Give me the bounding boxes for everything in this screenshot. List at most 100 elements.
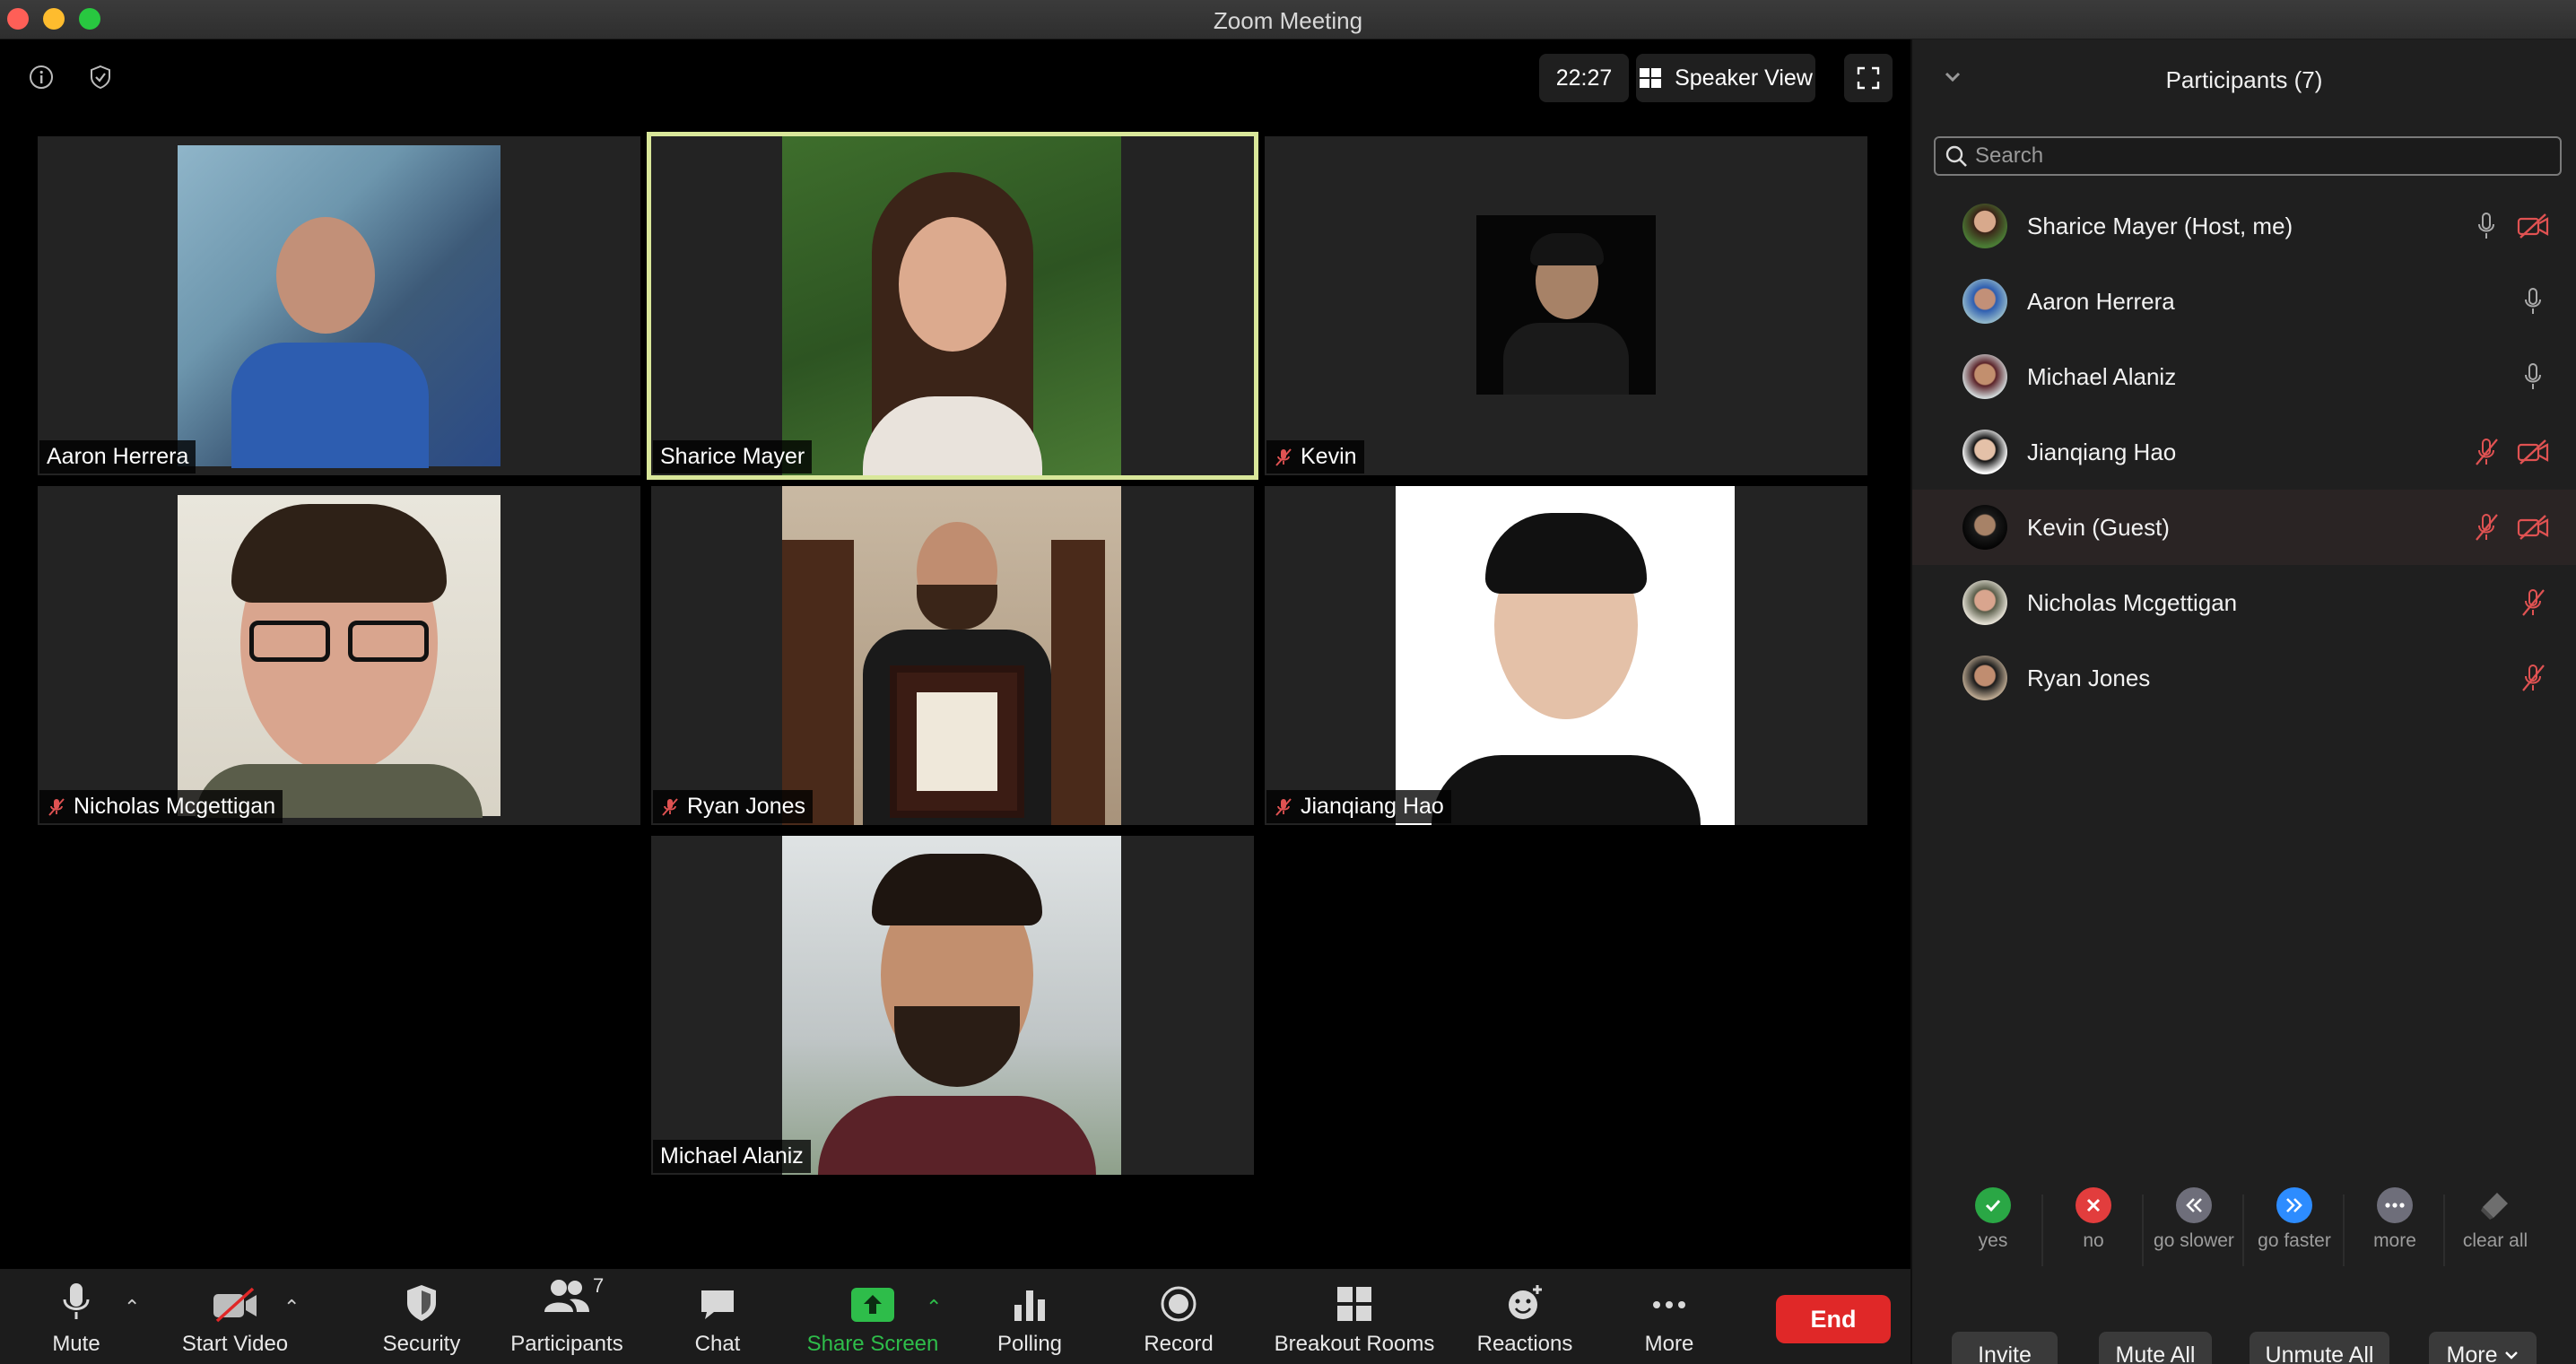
video-gallery: 22:27 Speaker View Aaron Herrera Sharice… bbox=[0, 39, 1910, 1269]
divider bbox=[2041, 1195, 2043, 1266]
tile-name-label: Aaron Herrera bbox=[39, 440, 196, 473]
muted-microphone-icon[interactable] bbox=[2515, 660, 2551, 696]
participant-name: Kevin (Guest) bbox=[2027, 513, 2170, 541]
checkmark-icon bbox=[1975, 1187, 2011, 1223]
meeting-info-icon[interactable] bbox=[22, 57, 61, 97]
participant-row-sharice-mayer[interactable]: Sharice Mayer (Host, me) bbox=[1912, 188, 2576, 264]
end-meeting-button[interactable]: End bbox=[1776, 1295, 1891, 1343]
chat-label: Chat bbox=[694, 1332, 741, 1356]
participants-panel-title: Participants (7) bbox=[2165, 66, 2323, 93]
divider bbox=[2142, 1195, 2144, 1266]
encryption-shield-icon[interactable] bbox=[81, 57, 120, 97]
mute-button[interactable]: Mute bbox=[36, 1269, 117, 1364]
feedback-more-button[interactable]: more bbox=[2350, 1187, 2440, 1252]
feedback-label: more bbox=[2373, 1230, 2416, 1251]
breakout-rooms-button[interactable]: Breakout Rooms bbox=[1266, 1269, 1442, 1364]
eraser-icon bbox=[2477, 1187, 2513, 1223]
x-icon bbox=[2076, 1187, 2111, 1223]
muted-mic-icon bbox=[48, 797, 65, 816]
fullscreen-button[interactable] bbox=[1844, 54, 1893, 102]
video-tile-ryan-jones[interactable]: Ryan Jones bbox=[651, 486, 1254, 825]
microphone-icon[interactable] bbox=[2468, 208, 2504, 244]
video-tile-sharice-mayer[interactable]: Sharice Mayer bbox=[647, 132, 1258, 480]
microphone-icon[interactable] bbox=[2515, 359, 2551, 395]
speaker-view-label: Speaker View bbox=[1675, 65, 1813, 91]
record-icon bbox=[1161, 1286, 1197, 1322]
participant-video bbox=[782, 136, 1121, 475]
reactions-button[interactable]: Reactions bbox=[1471, 1269, 1579, 1364]
muted-microphone-icon[interactable] bbox=[2468, 434, 2504, 470]
share-screen-icon bbox=[851, 1288, 894, 1322]
reaction-smiley-icon bbox=[1509, 1285, 1542, 1319]
start-video-button[interactable]: Start Video bbox=[172, 1269, 298, 1364]
participant-video bbox=[782, 836, 1121, 1175]
participant-row-ryan-jones[interactable]: Ryan Jones bbox=[1912, 640, 2576, 716]
more-button[interactable]: More bbox=[1627, 1269, 1711, 1364]
mute-label: Mute bbox=[52, 1332, 100, 1356]
microphone-icon[interactable] bbox=[2515, 283, 2551, 319]
speaker-view-button[interactable]: Speaker View bbox=[1636, 54, 1815, 102]
panel-more-button[interactable]: More bbox=[2429, 1332, 2537, 1364]
divider bbox=[2242, 1195, 2244, 1266]
participant-row-michael-alaniz[interactable]: Michael Alaniz bbox=[1912, 339, 2576, 414]
security-button[interactable]: Security bbox=[368, 1269, 475, 1364]
feedback-label: clear all bbox=[2462, 1230, 2528, 1251]
muted-mic-icon bbox=[1275, 447, 1292, 466]
participant-row-aaron-herrera[interactable]: Aaron Herrera bbox=[1912, 264, 2576, 339]
participants-icon bbox=[544, 1280, 589, 1312]
chat-button[interactable]: Chat bbox=[680, 1269, 755, 1364]
audio-options-chevron-up-icon[interactable]: ⌃ bbox=[124, 1296, 140, 1319]
video-tile-jianqiang-hao[interactable]: Jianqiang Hao bbox=[1265, 486, 1867, 825]
participants-label: Participants bbox=[510, 1332, 623, 1356]
polling-button[interactable]: Polling bbox=[987, 1269, 1073, 1364]
participant-row-nicholas-mcgettigan[interactable]: Nicholas Mcgettigan bbox=[1912, 565, 2576, 640]
start-video-label: Start Video bbox=[181, 1332, 289, 1356]
search-input[interactable] bbox=[1975, 143, 2531, 169]
mute-all-button[interactable]: Mute All bbox=[2099, 1332, 2212, 1364]
feedback-go-faster-button[interactable]: go faster bbox=[2250, 1187, 2339, 1252]
poll-chart-icon bbox=[1014, 1290, 1045, 1321]
participants-search-box[interactable] bbox=[1934, 136, 2562, 176]
microphone-icon bbox=[63, 1283, 90, 1319]
record-button[interactable]: Record bbox=[1134, 1269, 1223, 1364]
video-off-icon[interactable] bbox=[2515, 434, 2551, 470]
shield-icon bbox=[407, 1285, 436, 1321]
fullscreen-icon bbox=[1857, 66, 1880, 90]
muted-microphone-icon[interactable] bbox=[2515, 585, 2551, 621]
feedback-yes-button[interactable]: yes bbox=[1948, 1187, 2038, 1252]
video-off-icon[interactable] bbox=[2515, 208, 2551, 244]
avatar bbox=[1962, 580, 2007, 625]
chat-bubble-icon bbox=[701, 1290, 734, 1319]
more-dots-icon bbox=[2377, 1187, 2413, 1223]
participant-row-kevin[interactable]: Kevin (Guest) bbox=[1912, 490, 2576, 565]
participant-name: Ryan Jones bbox=[2027, 664, 2151, 691]
tile-name-label: Michael Alaniz bbox=[653, 1140, 811, 1173]
avatar bbox=[1962, 204, 2007, 248]
video-tile-michael-alaniz[interactable]: Michael Alaniz bbox=[651, 836, 1254, 1175]
video-options-chevron-up-icon[interactable]: ⌃ bbox=[283, 1296, 300, 1319]
avatar bbox=[1962, 656, 2007, 700]
participant-name: Sharice Mayer (Host, me) bbox=[2027, 212, 2293, 239]
share-options-chevron-up-icon[interactable]: ⌃ bbox=[926, 1296, 942, 1319]
unmute-all-button[interactable]: Unmute All bbox=[2250, 1332, 2389, 1364]
participants-button[interactable]: 7 Participants bbox=[504, 1269, 630, 1364]
reactions-label: Reactions bbox=[1476, 1332, 1573, 1356]
window-titlebar: Zoom Meeting bbox=[0, 0, 2576, 39]
video-tile-kevin[interactable]: Kevin bbox=[1265, 136, 1867, 475]
tile-name-label: Sharice Mayer bbox=[653, 440, 813, 473]
invite-button[interactable]: Invite bbox=[1952, 1332, 2058, 1364]
avatar bbox=[1962, 354, 2007, 399]
video-tile-aaron-herrera[interactable]: Aaron Herrera bbox=[38, 136, 640, 475]
feedback-go-slower-button[interactable]: go slower bbox=[2149, 1187, 2239, 1252]
video-tile-nicholas-mcgettigan[interactable]: Nicholas Mcgettigan bbox=[38, 486, 640, 825]
tile-name-label: Jianqiang Hao bbox=[1266, 790, 1451, 823]
fast-forward-icon bbox=[2276, 1187, 2312, 1223]
feedback-label: go slower bbox=[2154, 1230, 2234, 1251]
feedback-label: no bbox=[2083, 1230, 2104, 1251]
muted-microphone-icon[interactable] bbox=[2468, 509, 2504, 545]
video-off-icon[interactable] bbox=[2515, 509, 2551, 545]
feedback-no-button[interactable]: no bbox=[2049, 1187, 2138, 1252]
participant-row-jianqiang-hao[interactable]: Jianqiang Hao bbox=[1912, 414, 2576, 490]
participant-video bbox=[782, 486, 1121, 825]
feedback-clear-all-button[interactable]: clear all bbox=[2450, 1187, 2540, 1252]
